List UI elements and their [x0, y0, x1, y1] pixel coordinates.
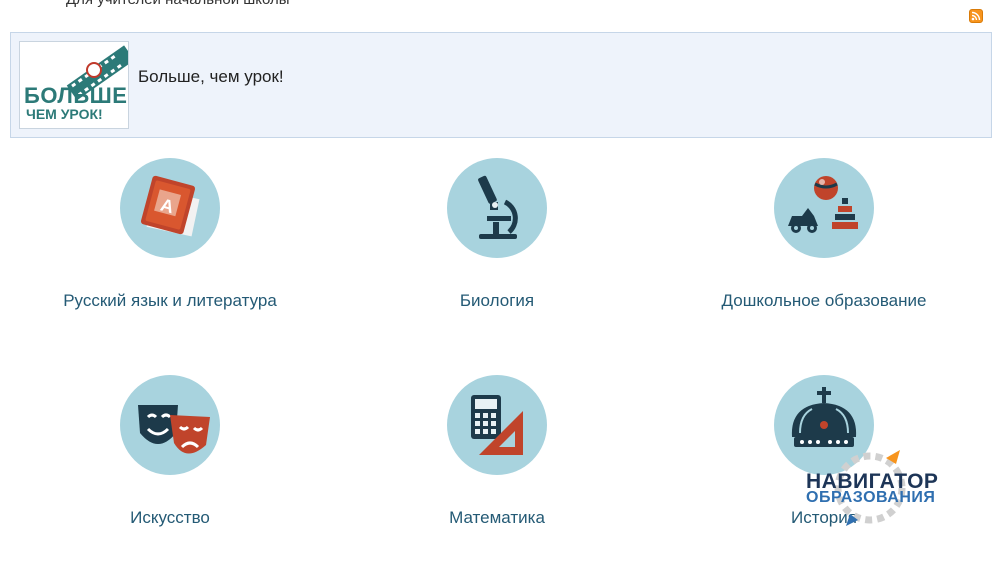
subject-label-biology[interactable]: Биология — [332, 291, 662, 311]
calculator-ruler-icon[interactable] — [447, 375, 547, 475]
subject-card-math[interactable]: Математика — [332, 375, 662, 565]
subject-card-biology[interactable]: Биология — [332, 158, 662, 348]
top-cut-text: Для учителей начальной школы — [66, 0, 290, 8]
watermark-logo: НАВИГАТОР ОБРАЗОВАНИЯ — [800, 448, 970, 528]
watermark-text-line2: ОБРАЗОВАНИЯ — [806, 489, 936, 506]
theater-masks-icon[interactable] — [120, 375, 220, 475]
banner[interactable]: БОЛЬШЕ, ЧЕМ УРОК! Больше, чем урок! — [10, 32, 992, 138]
rss-icon[interactable] — [969, 9, 983, 23]
logo-text-line2: ЧЕМ УРОК! — [26, 106, 103, 122]
subject-label-russian[interactable]: Русский язык и литература — [5, 291, 335, 311]
banner-logo[interactable]: БОЛЬШЕ, ЧЕМ УРОК! — [19, 41, 129, 129]
subject-card-art[interactable]: Искусство — [5, 375, 335, 565]
book-icon[interactable]: A — [120, 158, 220, 258]
banner-title[interactable]: Больше, чем урок! — [138, 67, 284, 87]
microscope-icon[interactable] — [447, 158, 547, 258]
subject-label-preschool[interactable]: Дошкольное образование — [659, 291, 989, 311]
subject-card-russian[interactable]: A Русский язык и литература — [5, 158, 335, 348]
subject-card-preschool[interactable]: Дошкольное образование — [659, 158, 989, 348]
toys-icon[interactable] — [774, 158, 874, 258]
subject-label-art[interactable]: Искусство — [5, 508, 335, 528]
subject-label-math[interactable]: Математика — [332, 508, 662, 528]
